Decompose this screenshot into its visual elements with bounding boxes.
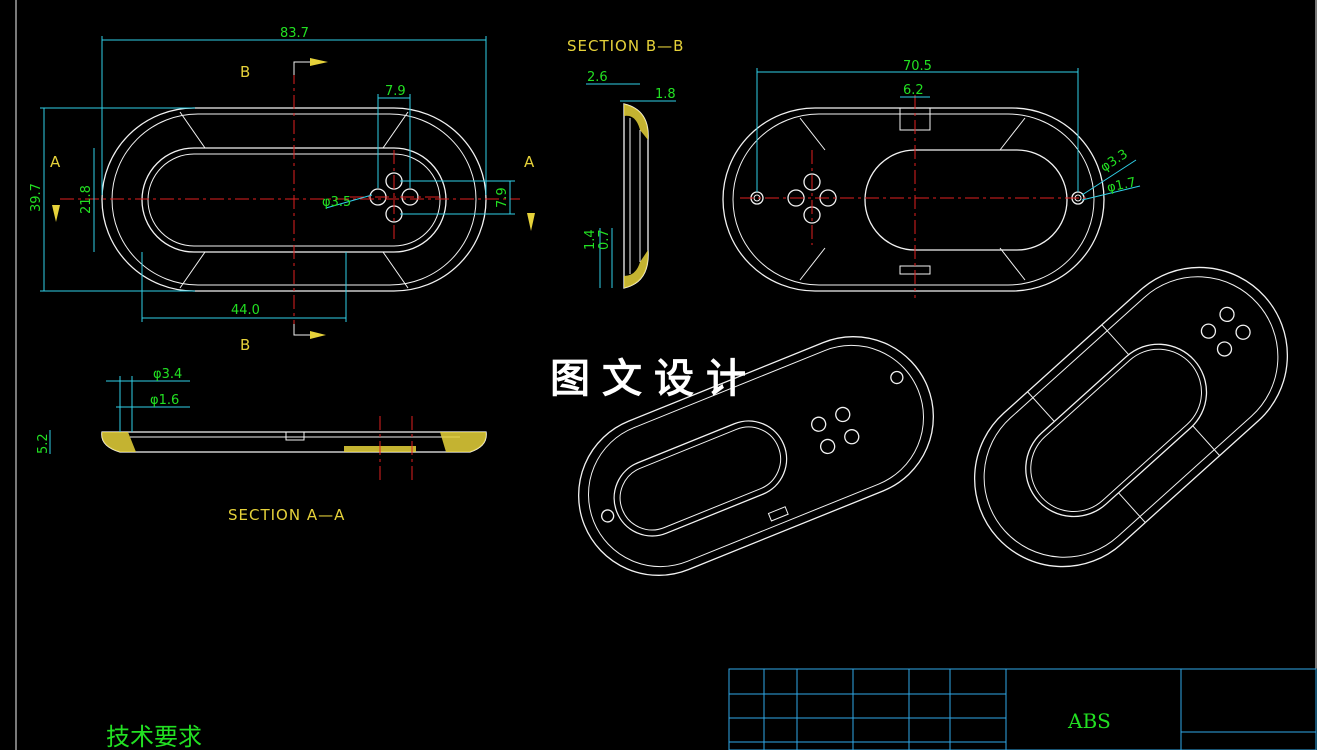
material-label: ABS <box>1067 709 1111 733</box>
iso2-outer-2 <box>983 276 1279 558</box>
label-b-bottom: B <box>240 336 251 354</box>
section-aa-profile <box>101 431 487 453</box>
title-block[interactable]: ABS <box>728 668 1317 750</box>
dim-bb-d3: 1.4 <box>583 229 598 250</box>
dim-back-tab: 6.2 <box>903 83 924 98</box>
dim-hole-dia: φ3.5 <box>322 195 351 210</box>
dim-aa-dia-inner: φ1.6 <box>150 393 179 408</box>
iso2-hole <box>1235 324 1251 340</box>
dim-bb-d4: 0.7 <box>597 229 612 250</box>
label-b-top: B <box>240 63 251 81</box>
dim-aa-thickness: 5.2 <box>36 433 51 454</box>
front-rib <box>179 251 206 289</box>
section-b-cut-top <box>293 61 310 75</box>
front-rib <box>382 111 409 149</box>
iso2-slot <box>1025 343 1208 518</box>
dim-back-dia-inner: φ1.7 <box>1106 175 1138 196</box>
iso1-boss <box>890 370 904 385</box>
section-a-arrow-right <box>527 213 535 231</box>
iso1-tab <box>767 506 789 522</box>
section-aa-hatch-left <box>101 432 136 452</box>
dim-hole-spacing: 7.9 <box>385 84 406 99</box>
iso1-hole <box>844 429 860 445</box>
title-block-frame <box>728 668 1317 750</box>
back-view[interactable]: 70.5 6.2 φ3.3 φ1.7 <box>722 59 1141 298</box>
iso2-hole <box>1216 341 1233 357</box>
iso2-rib <box>1118 492 1146 523</box>
iso1-hole <box>811 416 827 432</box>
iso1-slot-2 <box>619 426 782 531</box>
section-bb-view[interactable]: 2.6 1.8 1.4 0.7 SECTION B—B <box>567 37 684 289</box>
iso1-hole <box>835 406 851 423</box>
iso1-slot <box>613 420 788 537</box>
back-rib <box>799 117 826 151</box>
dim-inner-length: 44.0 <box>231 303 260 318</box>
back-rib <box>999 117 1026 151</box>
section-aa-tab <box>285 431 305 441</box>
dim-bb-d1: 2.6 <box>587 70 608 85</box>
section-b-arrow-bottom <box>310 331 326 339</box>
label-a-right: A <box>524 153 535 171</box>
iso2-rib <box>1192 425 1220 456</box>
section-aa-hatch-right <box>440 432 487 452</box>
iso1-boss <box>601 509 615 523</box>
iso2-rib <box>1027 391 1055 422</box>
dim-back-width: 70.5 <box>903 59 932 74</box>
section-a-arrow-left <box>52 205 60 222</box>
front-rib <box>179 111 206 149</box>
watermark-text: 图文设计 <box>550 355 758 402</box>
iso2-rib <box>1101 324 1129 355</box>
iso2-outer <box>973 266 1289 568</box>
back-rib <box>999 247 1026 281</box>
back-rib <box>799 247 826 281</box>
iso1-hole <box>819 438 836 455</box>
section-bb-hatch-bottom <box>624 250 649 288</box>
front-view[interactable]: 83.7 39.7 21.8 44.0 7.9 7.9 φ3.5 B B A A <box>29 26 535 354</box>
dim-hole-spacing-v: 7.9 <box>495 187 510 208</box>
iso2-hole <box>1219 306 1235 323</box>
dim-front-height: 39.7 <box>29 183 44 212</box>
dim-inner-height: 21.8 <box>79 185 94 214</box>
label-section-bb: SECTION B—B <box>567 37 684 55</box>
section-b-cut-bottom <box>293 324 310 336</box>
back-inner-slot <box>864 149 1068 251</box>
front-rib <box>382 251 409 289</box>
iso-view-top[interactable] <box>938 231 1317 603</box>
section-b-arrow-top <box>310 58 328 66</box>
dim-bb-d2: 1.8 <box>655 87 676 102</box>
dim-aa-dia-outer: φ3.4 <box>153 367 182 382</box>
label-a-left: A <box>50 153 61 171</box>
back-outer-outline-2 <box>732 113 1095 286</box>
cad-drawing-canvas[interactable]: 83.7 39.7 21.8 44.0 7.9 7.9 φ3.5 B B A A… <box>0 0 1317 750</box>
label-section-aa: SECTION A—A <box>228 506 345 524</box>
dim-front-width: 83.7 <box>280 26 309 41</box>
dim-back-dia-outer: φ3.3 <box>1098 147 1131 176</box>
iso2-hole <box>1200 323 1217 339</box>
section-aa-view[interactable]: φ3.4 φ1.6 5.2 SECTION A—A <box>36 367 487 524</box>
tech-requirements-heading: 技术要求 <box>106 723 202 750</box>
back-outer-outline <box>722 107 1105 292</box>
section-bb-hatch-top <box>624 104 649 140</box>
